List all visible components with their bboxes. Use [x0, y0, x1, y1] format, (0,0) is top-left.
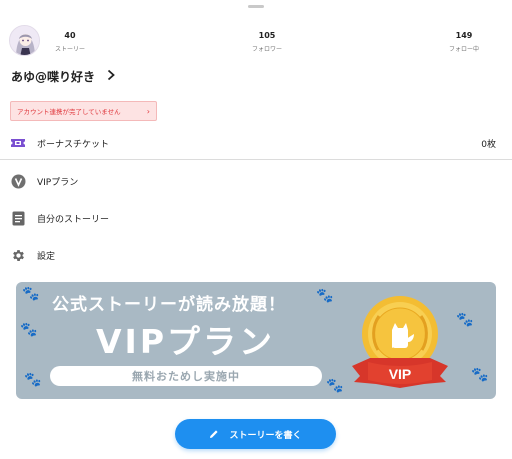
settings-label: 設定 — [37, 251, 56, 262]
write-story-label: ストーリーを書く — [229, 430, 302, 441]
profile-name-link[interactable]: あゆ@喋り好き — [11, 68, 115, 85]
bonus-ticket-count: 0枚 — [481, 139, 496, 150]
account-link-warning[interactable]: アカウント連携が完了していません › — [10, 101, 157, 121]
stat-stories-count: 40 — [64, 31, 76, 40]
sheet-drag-handle[interactable] — [248, 5, 264, 8]
stat-followers-label: フォロワー — [251, 46, 282, 53]
stat-stories-label: ストーリー — [54, 46, 85, 53]
gear-icon — [10, 247, 26, 263]
bonus-ticket-label: ボーナスチケット — [37, 139, 110, 150]
divider — [0, 159, 512, 160]
menu-item-settings[interactable]: 設定 — [0, 241, 512, 269]
stat-following-label: フォロー中 — [448, 46, 479, 53]
menu-item-bonus-ticket[interactable]: ボーナスチケット 0枚 — [0, 129, 512, 157]
banner-headline: 公式ストーリーが読み放題！ — [52, 295, 286, 315]
my-stories-label: 自分のストーリー — [37, 214, 110, 225]
write-story-button[interactable]: ストーリーを書く — [175, 419, 336, 449]
document-icon — [10, 210, 26, 226]
stat-followers-count: 105 — [258, 31, 276, 40]
username: あゆ@喋り好き — [11, 70, 96, 84]
menu-item-vip-plan[interactable]: VIPプラン — [0, 167, 512, 195]
medal-label: VIP — [389, 366, 412, 382]
banner-title: VIPプラン — [96, 322, 276, 361]
menu-item-my-stories[interactable]: 自分のストーリー — [0, 204, 512, 232]
stat-following-count: 149 — [455, 31, 473, 40]
free-trial-badge: 無料おためし実施中 — [50, 366, 322, 386]
vip-medal-icon: VIP — [352, 296, 448, 388]
stat-stories[interactable]: 40 ストーリー — [35, 31, 105, 53]
vip-plan-label: VIPプラン — [37, 177, 79, 188]
vip-badge-icon — [10, 173, 26, 189]
chevron-right-icon — [107, 69, 115, 85]
vip-promo-banner[interactable]: 🐾 🐾 🐾 🐾 🐾 🐾 🐾 公式ストーリーが読み放題！ VIPプラン 無料おため… — [16, 282, 496, 399]
chevron-right-icon: › — [146, 106, 150, 116]
warning-text: アカウント連携が完了していません — [17, 108, 121, 116]
ticket-icon — [10, 135, 26, 151]
pencil-icon — [209, 429, 219, 439]
stat-followers[interactable]: 105 フォロワー — [232, 31, 302, 53]
stat-following[interactable]: 149 フォロー中 — [429, 31, 499, 53]
